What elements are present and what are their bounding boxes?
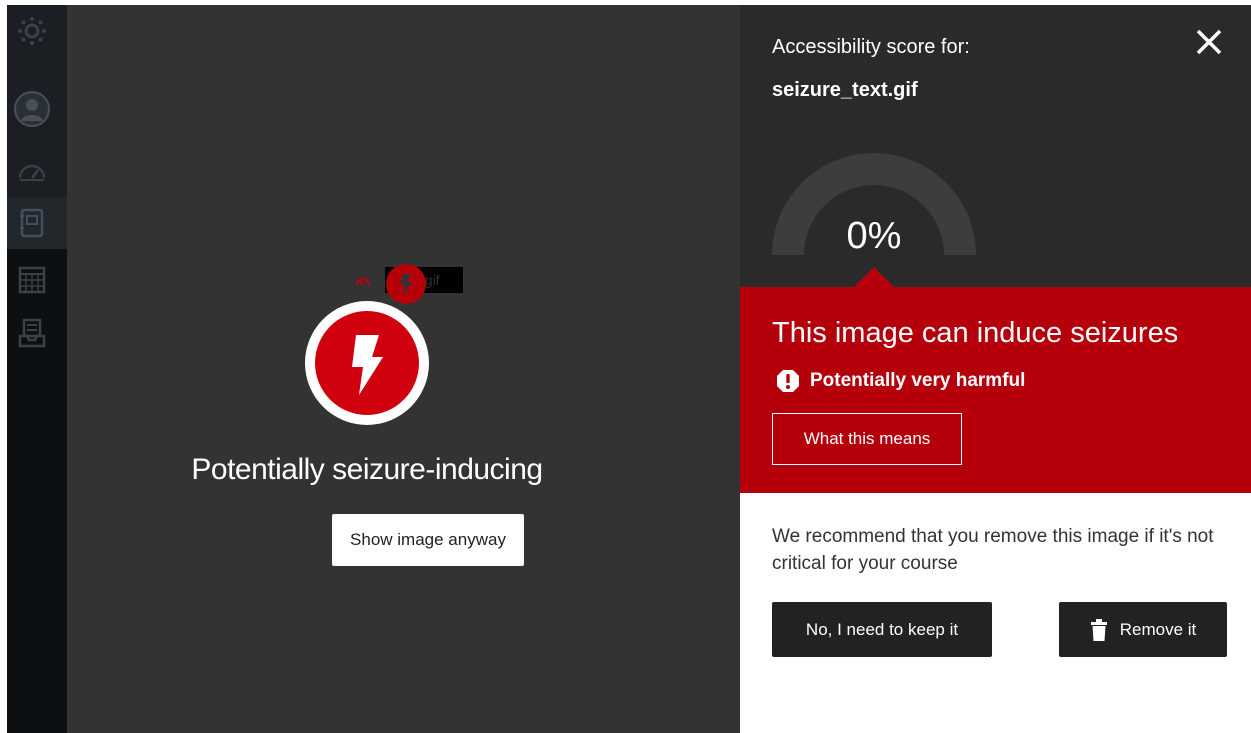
global-nav <box>7 5 67 733</box>
account-icon <box>13 90 51 128</box>
score-value: 0% <box>846 215 902 257</box>
severity-row: Potentially very harmful <box>776 369 1025 393</box>
app-frame: t.gif Potentially seizure-inducing Show … <box>7 5 1251 733</box>
calendar-icon <box>13 260 51 298</box>
accessibility-panel: Accessibility score for: seizure_text.gi… <box>740 5 1251 733</box>
file-name: seizure_text.gif <box>772 79 918 101</box>
nav-courses[interactable] <box>7 197 67 249</box>
nav-logo[interactable] <box>7 5 67 57</box>
small-gauge-icon <box>355 277 371 286</box>
alert-icon <box>777 370 799 392</box>
remove-image-button[interactable]: Remove it <box>1059 602 1227 657</box>
nav-calendar[interactable] <box>7 253 67 305</box>
gauge-pointer <box>854 267 894 287</box>
trash-icon <box>1090 618 1108 641</box>
what-this-means-button[interactable]: What this means <box>772 413 962 465</box>
nav-inbox[interactable] <box>7 307 67 359</box>
panel-header: Accessibility score for: seizure_text.gi… <box>740 5 1251 287</box>
severity-text: Potentially very harmful <box>810 370 1026 391</box>
nav-account[interactable] <box>7 83 67 135</box>
remove-button-label: Remove it <box>1119 619 1197 639</box>
alert-title: This image can induce seizures <box>772 317 1179 349</box>
close-icon[interactable] <box>1192 25 1226 59</box>
warning-title: Potentially seizure-inducing <box>191 453 543 486</box>
lightning-bolt-icon <box>303 299 431 427</box>
recommendation-text: We recommend that you remove this image … <box>772 526 1214 574</box>
score-label: Accessibility score for: <box>772 36 970 58</box>
nav-dashboard[interactable] <box>7 145 67 197</box>
image-preview-area: t.gif Potentially seizure-inducing Show … <box>67 5 740 733</box>
alert-box: This image can induce seizures Potential… <box>740 287 1251 493</box>
show-image-button[interactable]: Show image anyway <box>332 514 524 566</box>
logo-icon <box>13 12 51 50</box>
inbox-icon <box>13 314 51 352</box>
keep-image-button[interactable]: No, I need to keep it <box>772 602 992 657</box>
dashboard-icon <box>13 152 51 190</box>
image-thumbnail[interactable]: t.gif <box>355 263 465 304</box>
courses-icon <box>13 204 51 242</box>
